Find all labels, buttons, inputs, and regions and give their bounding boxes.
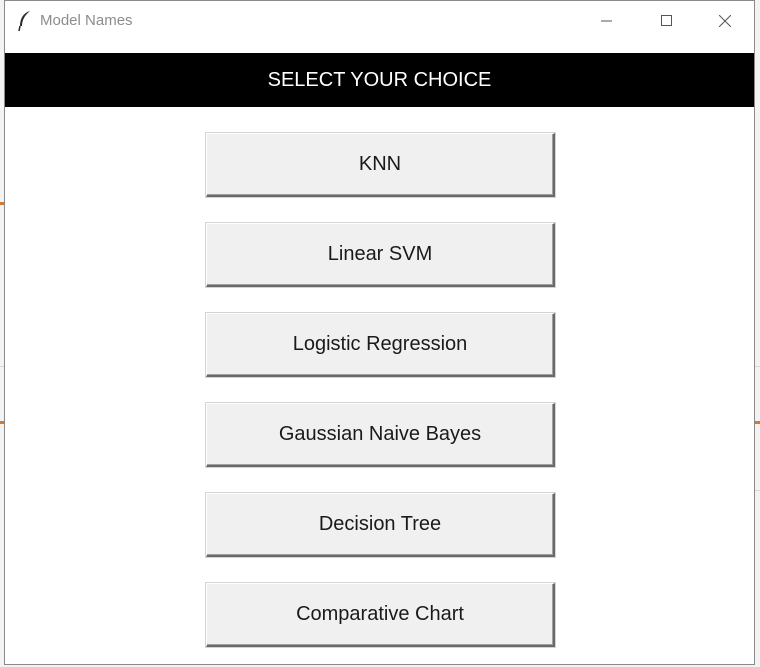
gaussian-naive-bayes-button[interactable]: Gaussian Naive Bayes [206, 403, 555, 467]
maximize-icon [661, 15, 672, 26]
knn-button[interactable]: KNN [206, 133, 555, 197]
minimize-button[interactable] [584, 1, 630, 41]
logistic-regression-button[interactable]: Logistic Regression [206, 313, 555, 377]
minimize-icon [601, 20, 612, 22]
feather-icon [17, 10, 33, 32]
comparative-chart-button[interactable]: Comparative Chart [206, 583, 555, 647]
maximize-button[interactable] [644, 1, 690, 41]
model-names-window: Model Names SELECT YOUR CHOICE KNN Linea… [4, 0, 755, 665]
close-icon [719, 15, 731, 27]
linear-svm-button[interactable]: Linear SVM [206, 223, 555, 287]
decision-tree-button[interactable]: Decision Tree [206, 493, 555, 557]
close-button[interactable] [702, 1, 748, 41]
window-title: Model Names [40, 12, 133, 29]
page-title: SELECT YOUR CHOICE [5, 53, 754, 107]
title-bar[interactable]: Model Names [5, 1, 754, 41]
